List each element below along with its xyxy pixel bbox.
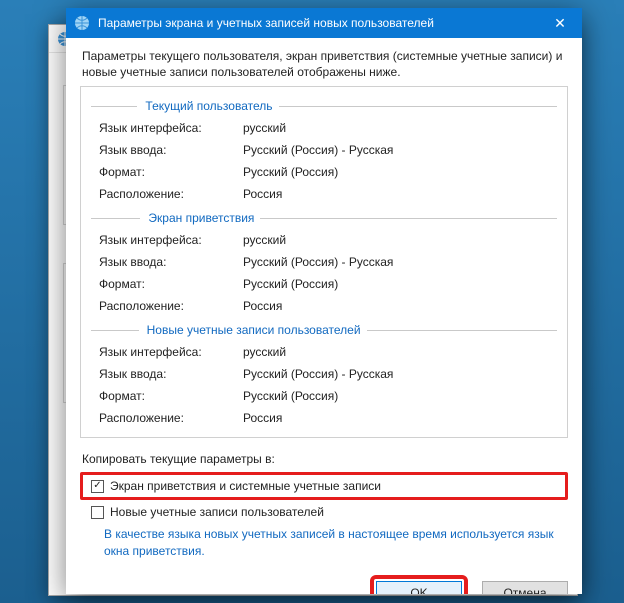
group-new-users: Новые учетные записи пользователей Язык … <box>91 323 557 429</box>
checkbox-label: Экран приветствия и системные учетные за… <box>110 479 381 493</box>
copy-section: Копировать текущие параметры в: ✓ Экран … <box>80 452 568 558</box>
row-display-language: Язык интерфейса:русский <box>91 117 557 139</box>
group-current-user: Текущий пользователь Язык интерфейса:рус… <box>91 99 557 205</box>
highlight-welcome-checkbox: ✓ Экран приветствия и системные учетные … <box>80 472 568 500</box>
row-input-language: Язык ввода:Русский (Россия) - Русская <box>91 251 557 273</box>
group-header: Экран приветствия <box>140 211 260 225</box>
checkbox-icon: ✓ <box>91 480 104 493</box>
dialog-titlebar: Параметры экрана и учетных записей новых… <box>66 8 582 38</box>
checkbox-label: Новые учетные записи пользователей <box>110 505 324 519</box>
dialog-title: Параметры экрана и учетных записей новых… <box>98 16 538 30</box>
checkbox-new-users[interactable]: Новые учетные записи пользователей <box>85 502 568 522</box>
group-welcome-screen: Экран приветствия Язык интерфейса:русски… <box>91 211 557 317</box>
dialog-buttons: OK Отмена <box>80 575 568 594</box>
row-display-language: Язык интерфейса:русский <box>91 341 557 363</box>
row-location: Расположение:Россия <box>91 295 557 317</box>
row-display-language: Язык интерфейса:русский <box>91 229 557 251</box>
ok-button[interactable]: OK <box>376 581 462 594</box>
row-location: Расположение:Россия <box>91 183 557 205</box>
cancel-button[interactable]: Отмена <box>482 581 568 594</box>
row-format: Формат:Русский (Россия) <box>91 385 557 407</box>
highlight-ok-button: OK <box>370 575 468 594</box>
globe-icon <box>74 15 90 31</box>
group-header: Текущий пользователь <box>137 99 278 113</box>
row-input-language: Язык ввода:Русский (Россия) - Русская <box>91 363 557 385</box>
note-text: В качестве языка новых учетных записей в… <box>104 526 566 558</box>
close-button[interactable]: ✕ <box>538 8 582 38</box>
settings-dialog: Параметры экрана и учетных записей новых… <box>66 8 582 594</box>
checkbox-icon <box>91 506 104 519</box>
close-icon: ✕ <box>554 15 566 32</box>
row-format: Формат:Русский (Россия) <box>91 161 557 183</box>
row-format: Формат:Русский (Россия) <box>91 273 557 295</box>
row-input-language: Язык ввода:Русский (Россия) - Русская <box>91 139 557 161</box>
copy-label: Копировать текущие параметры в: <box>82 452 568 466</box>
checkbox-welcome-screen[interactable]: ✓ Экран приветствия и системные учетные … <box>85 476 563 496</box>
intro-text: Параметры текущего пользователя, экран п… <box>82 48 566 80</box>
row-location: Расположение:Россия <box>91 407 557 429</box>
group-header: Новые учетные записи пользователей <box>139 323 367 337</box>
settings-groupbox: Текущий пользователь Язык интерфейса:рус… <box>80 86 568 438</box>
